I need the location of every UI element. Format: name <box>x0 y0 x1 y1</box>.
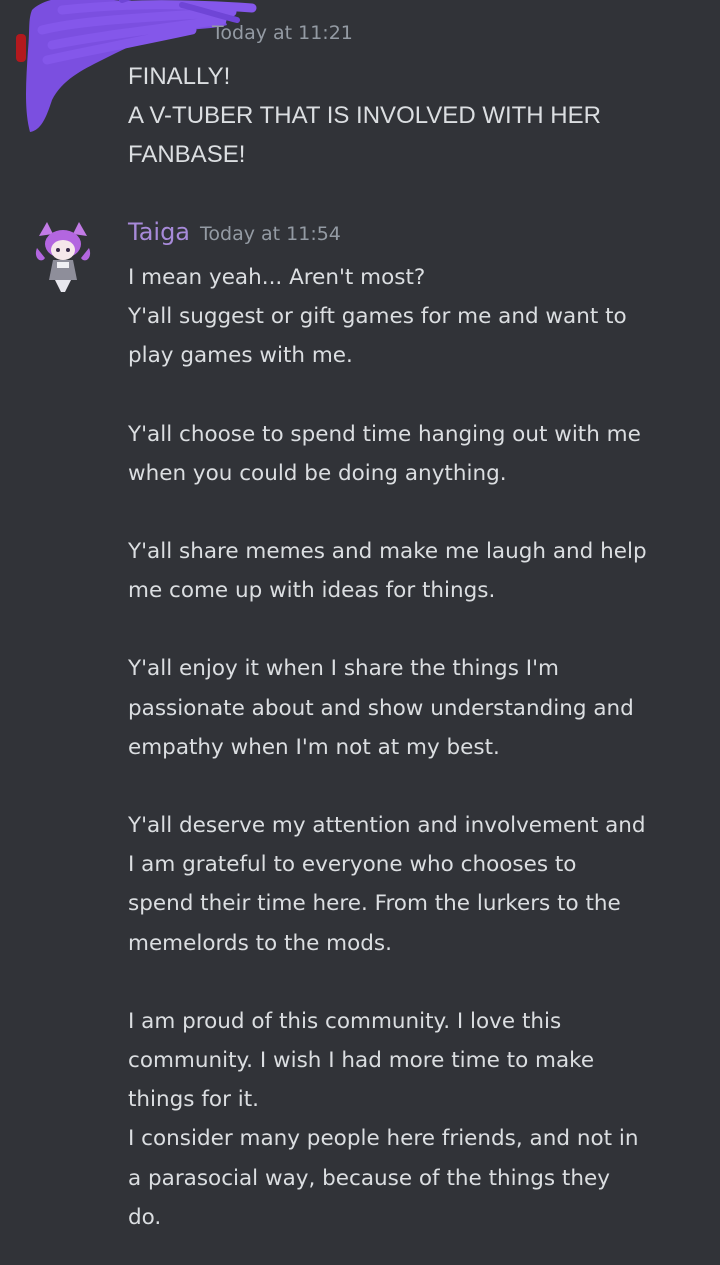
message-line: memelords to the mods. <box>128 930 392 956</box>
message-line: play games with me. <box>128 343 353 369</box>
anime-catgirl-avatar-icon <box>35 222 91 292</box>
message-line: I consider many people here friends, and… <box>128 1126 639 1152</box>
message-2-content: I mean yeah... Aren't most? Y'all sugges… <box>128 258 708 1237</box>
message-line: Y'all enjoy it when I share the things I… <box>128 656 559 682</box>
message-1-content: FINALLY! A V-TUBER THAT IS INVOLVED WITH… <box>128 57 601 174</box>
message-line: A V-TUBER THAT IS INVOLVED WITH HER <box>128 102 601 129</box>
chat-messages: Today at 11:21 FINALLY! A V-TUBER THAT I… <box>0 0 720 1265</box>
message-line: Y'all choose to spend time hanging out w… <box>128 421 641 447</box>
message-paragraph: Y'all choose to spend time hanging out w… <box>128 415 708 493</box>
message-line: passionate about and show understanding … <box>128 695 634 721</box>
message-line: I am grateful to everyone who chooses to <box>128 852 577 878</box>
message-paragraph: Y'all suggest or gift games for me and w… <box>128 297 708 375</box>
message-2-timestamp: Today at 11:54 <box>200 223 341 245</box>
message-line: when you could be doing anything. <box>128 460 507 486</box>
avatar[interactable] <box>33 218 93 298</box>
message-line: I am proud of this community. I love thi… <box>128 1008 562 1034</box>
message-line: things for it. <box>128 1087 259 1113</box>
message-2-header: Taiga Today at 11:54 <box>128 218 341 246</box>
message-line: do. <box>128 1204 162 1230</box>
message-line: FINALLY! <box>128 63 231 90</box>
message-line: a parasocial way, because of the things … <box>128 1165 610 1191</box>
message-line: me come up with ideas for things. <box>128 578 496 604</box>
message-paragraph: Y'all enjoy it when I share the things I… <box>128 649 708 767</box>
message-line: Y'all share memes and make me laugh and … <box>128 539 647 565</box>
message-paragraph: I am proud of this community. I love thi… <box>128 1002 708 1120</box>
message-line: community. I wish I had more time to mak… <box>128 1048 595 1074</box>
message-paragraph: Y'all deserve my attention and involveme… <box>128 806 708 963</box>
message-line: spend their time here. From the lurkers … <box>128 891 621 917</box>
message-paragraph: Y'all share memes and make me laugh and … <box>128 532 708 610</box>
message-line: FANBASE! <box>128 141 246 168</box>
username[interactable]: Taiga <box>128 218 190 246</box>
message-line: Y'all deserve my attention and involveme… <box>128 813 646 839</box>
message-paragraph: I consider many people here friends, and… <box>128 1119 708 1237</box>
message-line: I mean yeah... Aren't most? <box>128 265 426 290</box>
message-line: empathy when I'm not at my best. <box>128 734 500 760</box>
message-1-timestamp: Today at 11:21 <box>212 22 353 44</box>
message-paragraph: I mean yeah... Aren't most? <box>128 258 708 297</box>
message-line: Y'all suggest or gift games for me and w… <box>128 304 627 330</box>
